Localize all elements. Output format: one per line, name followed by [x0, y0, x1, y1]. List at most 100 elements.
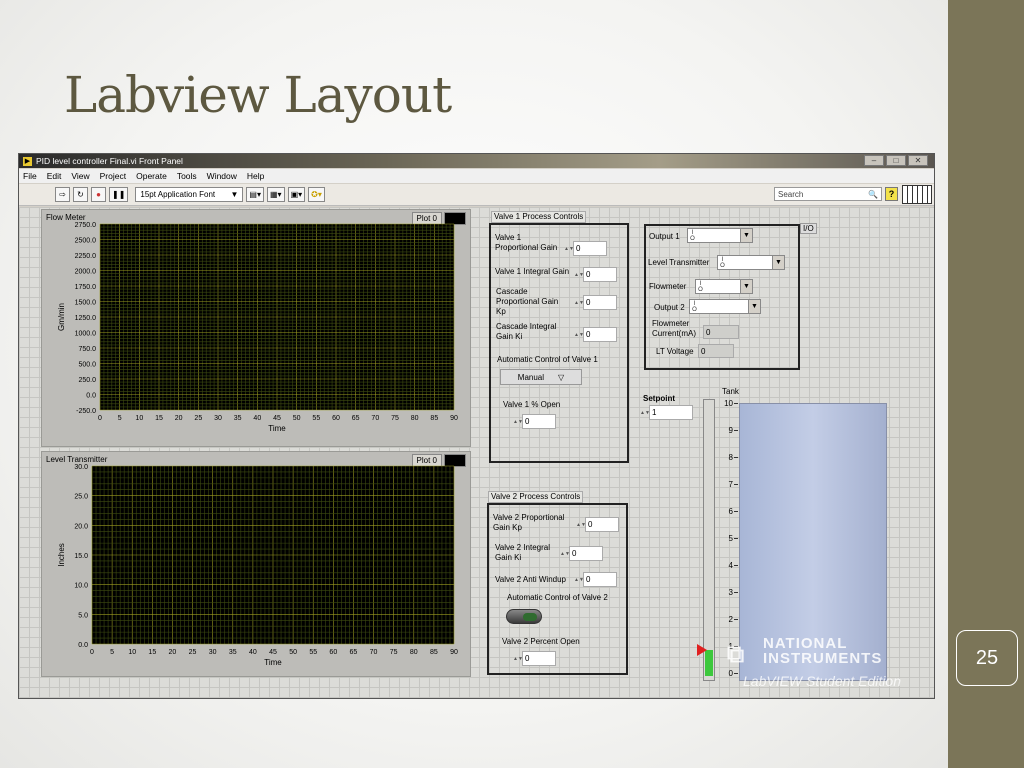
x-tick-label: 85: [430, 649, 438, 656]
io-channel-icon: IO: [720, 256, 725, 269]
setpoint-field[interactable]: 1: [649, 405, 693, 420]
font-select[interactable]: 15pt Application Font ▼: [135, 187, 244, 202]
resize-objects-icon[interactable]: ▣▾: [287, 187, 306, 202]
abort-icon[interactable]: ●: [91, 187, 106, 202]
x-tick-label: 15: [148, 649, 156, 656]
x-tick-label: 65: [352, 415, 360, 422]
cascade-ki[interactable]: ▲▼ 0: [574, 327, 617, 342]
spin-arrows-icon[interactable]: ▲▼: [564, 241, 574, 256]
menu-view[interactable]: View: [71, 171, 89, 181]
spin-arrows-icon[interactable]: ▲▼: [513, 651, 523, 666]
distribute-objects-icon[interactable]: ▦▾: [266, 187, 285, 202]
spin-arrows-icon[interactable]: ▲▼: [576, 517, 586, 532]
tank-tick-label: 10: [724, 399, 733, 408]
spin-arrows-icon[interactable]: ▲▼: [574, 572, 584, 587]
y-tick-label: 1250.0: [75, 315, 97, 322]
tank-tick-mark: [734, 403, 738, 404]
toggle-led-icon: [523, 613, 537, 621]
x-tick-label: 75: [391, 415, 399, 422]
output2-select[interactable]: I O ▼: [689, 299, 761, 314]
valve2-windup[interactable]: ▲▼ 0: [574, 572, 617, 587]
flowmeter-current: 0: [703, 325, 739, 339]
reorder-icon[interactable]: ✪▾: [308, 187, 325, 202]
y-tick-label: 1000.0: [75, 331, 97, 338]
menu-project[interactable]: Project: [100, 171, 126, 181]
spin-arrows-icon[interactable]: ▲▼: [574, 327, 584, 342]
cascade-ki-field[interactable]: 0: [583, 327, 617, 342]
flowmeter-select[interactable]: I O ▼: [695, 279, 753, 294]
spin-arrows-icon[interactable]: ▲▼: [640, 405, 650, 420]
valve1-mode-select[interactable]: Manual ▽: [500, 369, 582, 385]
menu-edit[interactable]: Edit: [47, 171, 62, 181]
run-continuously-icon[interactable]: ↻: [73, 187, 88, 202]
x-tick-label: 70: [370, 649, 378, 656]
setpoint-control[interactable]: ▲▼ 1: [640, 405, 693, 420]
help-icon[interactable]: ?: [885, 187, 898, 201]
minimize-button[interactable]: –: [864, 155, 884, 166]
x-axis-label: Time: [268, 424, 286, 433]
valve2-kp[interactable]: ▲▼ 0: [576, 517, 619, 532]
pause-icon[interactable]: ❚❚: [109, 187, 129, 202]
valve1-prop-gain[interactable]: ▲▼ 0: [564, 241, 607, 256]
labview-window: ▶ PID level controller Final.vi Front Pa…: [18, 153, 935, 699]
x-tick-label: 15: [155, 415, 163, 422]
valve1-open[interactable]: ▲▼ 0: [513, 414, 556, 429]
front-panel: Flow Meter Plot 0 2750.0 2500.0 2250.0 2000…: [19, 207, 934, 698]
x-tick-label: 5: [110, 649, 114, 656]
setpoint-label: Setpoint: [643, 394, 675, 403]
spin-arrows-icon[interactable]: ▲▼: [560, 546, 570, 561]
tank-tick-mark: [734, 673, 738, 674]
spin-arrows-icon[interactable]: ▲▼: [574, 295, 584, 310]
valve1-integral-gain-field[interactable]: 0: [583, 267, 617, 282]
cascade-kp-field[interactable]: 0: [583, 295, 617, 310]
valve2-ki-field[interactable]: 0: [569, 546, 603, 561]
valve2-windup-field[interactable]: 0: [583, 572, 617, 587]
menu-operate[interactable]: Operate: [136, 171, 167, 181]
valve1-prop-gain-label: Valve 1 Proportional Gain: [495, 233, 558, 252]
restore-button[interactable]: □: [886, 155, 906, 166]
x-tick-label: 80: [410, 649, 418, 656]
x-tick-label: 60: [329, 649, 337, 656]
tank-tick-label: 2: [728, 615, 733, 624]
spin-arrows-icon[interactable]: ▲▼: [513, 414, 523, 429]
output1-select[interactable]: I O ▼: [687, 228, 753, 243]
y-tick-label: 30.0: [74, 464, 88, 471]
io-tag: I/O: [800, 223, 817, 234]
valve2-open[interactable]: ▲▼ 0: [513, 651, 556, 666]
align-objects-icon[interactable]: ▤▾: [246, 187, 264, 202]
y-tick-label: 5.0: [78, 612, 88, 619]
x-tick-label: 25: [194, 415, 202, 422]
menu-window[interactable]: Window: [207, 171, 237, 181]
x-tick-label: 20: [169, 649, 177, 656]
valve1-prop-gain-field[interactable]: 0: [573, 241, 607, 256]
close-button[interactable]: ✕: [908, 155, 928, 166]
level-transmitter-select[interactable]: I O ▼: [717, 255, 785, 270]
search-input[interactable]: Search 🔍: [774, 187, 882, 201]
menu-file[interactable]: File: [23, 171, 37, 181]
valve2-kp-field[interactable]: 0: [585, 517, 619, 532]
run-arrow-icon[interactable]: ⇨: [55, 187, 70, 202]
valve2-ki[interactable]: ▲▼ 0: [560, 546, 603, 561]
valve2-windup-label: Valve 2 Anti Windup: [495, 575, 567, 584]
tank-tick-mark: [734, 538, 738, 539]
tank-tick-mark: [734, 565, 738, 566]
x-tick-label: 40: [249, 649, 257, 656]
menu-tools[interactable]: Tools: [177, 171, 197, 181]
setpoint-slider[interactable]: [703, 399, 715, 681]
menu-help[interactable]: Help: [247, 171, 264, 181]
valve1-integral-gain[interactable]: ▲▼ 0: [574, 267, 617, 282]
cascade-kp[interactable]: ▲▼ 0: [574, 295, 617, 310]
valve2-open-field[interactable]: 0: [522, 651, 556, 666]
tank-tick-label: 5: [728, 534, 733, 543]
tank-tick-label: 9: [728, 426, 733, 435]
y-tick-label: 250.0: [78, 377, 96, 384]
search-icon[interactable]: 🔍: [868, 190, 878, 199]
spin-arrows-icon[interactable]: ▲▼: [574, 267, 584, 282]
x-tick-label: 85: [430, 415, 438, 422]
valve2-auto-toggle[interactable]: [506, 609, 542, 624]
valve1-open-field[interactable]: 0: [522, 414, 556, 429]
chevron-down-icon: ▼: [772, 256, 784, 269]
setpoint-marker-icon[interactable]: [697, 644, 707, 656]
tank-tick-label: 0: [728, 669, 733, 678]
tank-tick-mark: [734, 511, 738, 512]
